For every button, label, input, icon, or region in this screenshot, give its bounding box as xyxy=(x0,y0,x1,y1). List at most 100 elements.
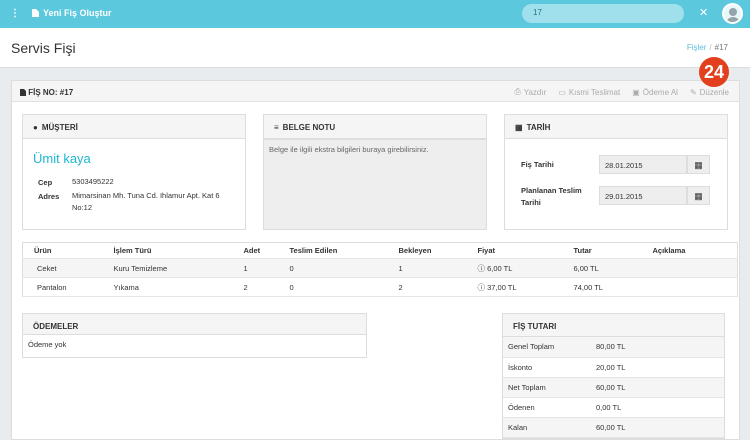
print-label: Yazdır xyxy=(523,87,547,97)
page-title: Servis Fişi xyxy=(11,40,76,56)
info-icon[interactable]: ⓘ xyxy=(478,283,486,292)
cell-tutar: 6,00 TL xyxy=(573,263,599,273)
cell-urun: Ceket xyxy=(37,263,57,273)
planned-date-input[interactable]: 29.01.2015 xyxy=(599,186,687,205)
price-value: 37,00 TL xyxy=(487,282,517,292)
totals-row: Ödenen 0,00 TL xyxy=(503,397,724,418)
cell-teslim: 0 xyxy=(289,263,294,273)
totals-label: Genel Toplam xyxy=(503,337,591,358)
step-badge: 24 xyxy=(699,57,729,87)
note-textarea[interactable]: Belge ile ilgili ekstra bilgileri buraya… xyxy=(264,139,486,229)
totals-value: 60,00 TL xyxy=(591,417,724,438)
ellipsis-vertical-icon[interactable]: ⋮ xyxy=(10,8,20,19)
money-icon: ▣ xyxy=(632,87,640,97)
partial-delivery-button[interactable]: ▭ Kısmi Teslimat xyxy=(558,87,620,97)
cell-teslim: 0 xyxy=(289,282,294,292)
new-receipt-link[interactable]: Yeni Fiş Oluştur xyxy=(32,8,112,18)
cell-tutar: 74,00 TL xyxy=(573,282,603,292)
breadcrumb-receipts-link[interactable]: Fişler xyxy=(687,43,707,52)
receipt-date-label: Fiş Tarihi xyxy=(521,160,554,169)
receipt-number-heading: FİŞ NO: #17 xyxy=(20,88,73,97)
calendar-icon: ▦ xyxy=(515,123,523,132)
info-icon[interactable]: ⓘ xyxy=(478,264,486,273)
table-row[interactable]: Ceket Kuru Temizleme 1 0 1 ⓘ 6,00 TL 6,0… xyxy=(22,258,738,278)
customer-name[interactable]: Ümit kaya xyxy=(33,151,91,166)
cell-fiyat: ⓘ 37,00 TL xyxy=(478,278,574,297)
cell-adet: 2 xyxy=(243,282,248,292)
note-panel-header: ≡ BELGE NOTU xyxy=(264,115,486,139)
totals-panel: FİŞ TUTARI Genel Toplam 80,00 TL İskonto 2… xyxy=(502,313,725,439)
address-label: Adres xyxy=(38,192,60,201)
totals-label: Ödenen xyxy=(503,397,591,418)
wrench-icon[interactable]: ✕ xyxy=(699,6,708,19)
breadcrumb-current: #17 xyxy=(714,43,728,52)
totals-value: 80,00 TL xyxy=(591,337,724,358)
file-icon xyxy=(20,89,26,96)
price-value: 6,00 TL xyxy=(487,263,513,273)
archive-icon: ▭ xyxy=(558,87,566,97)
totals-value: 20,00 TL xyxy=(591,357,724,378)
list-icon: ≡ xyxy=(274,123,279,132)
customer-panel-header: ● MÜŞTERİ xyxy=(23,115,245,139)
cell-aciklama xyxy=(653,259,738,278)
totals-label: İskonto xyxy=(503,357,591,378)
totals-label: Net Toplam xyxy=(503,377,591,398)
receipt-number: FİŞ NO: #17 xyxy=(28,88,74,97)
totals-table: Genel Toplam 80,00 TL İskonto 20,00 TL Net… xyxy=(503,337,724,438)
user-icon: ● xyxy=(33,123,38,132)
totals-value: 0,00 TL xyxy=(591,397,724,418)
take-payment-label: Ödeme Al xyxy=(642,87,678,97)
edit-label: Düzenle xyxy=(699,87,729,97)
receipt-card: FİŞ NO: #17 ⎙ Yazdır ▭ Kısmi Teslimat ▣ Öde… xyxy=(11,80,740,440)
col-tutar: Tutar xyxy=(573,246,592,255)
cell-fiyat: ⓘ 6,00 TL xyxy=(478,259,574,278)
page-header: Servis Fişi Fişler / #17 xyxy=(0,28,750,68)
payments-header: ÖDEMELER xyxy=(23,314,366,335)
calendar-icon[interactable]: ▦ xyxy=(687,155,710,174)
items-header-row: Ürün İşlem Türü Adet Teslim Edilen Bekle… xyxy=(22,243,738,259)
breadcrumb: Fişler / #17 xyxy=(687,43,728,52)
totals-row: Kalan 60,00 TL xyxy=(503,417,724,438)
totals-row: İskonto 20,00 TL xyxy=(503,357,724,378)
col-islem: İşlem Türü xyxy=(113,246,152,255)
col-aciklama: Açıklama xyxy=(652,246,686,255)
table-row[interactable]: Pantalon Yıkama 2 0 2 ⓘ 37,00 TL 74,00 T… xyxy=(22,278,738,297)
customer-panel: ● MÜŞTERİ Ümit kaya Cep 5303495222 Adres… xyxy=(22,114,246,230)
cell-bekleyen: 2 xyxy=(398,282,403,292)
note-header: BELGE NOTU xyxy=(282,123,336,132)
planned-date-label: Planlanan Teslim Tarihi xyxy=(521,186,582,207)
payments-empty: Ödeme yok xyxy=(28,340,67,349)
cell-adet: 1 xyxy=(243,263,248,273)
date-panel: ▦ TARİH Fiş Tarihi 28.01.2015 ▦ Planlana… xyxy=(504,114,728,230)
partial-delivery-label: Kısmi Teslimat xyxy=(568,87,621,97)
cell-aciklama xyxy=(653,278,738,297)
col-teslim: Teslim Edilen xyxy=(289,246,338,255)
phone-value: 5303495222 xyxy=(72,177,114,186)
totals-value: 60,00 TL xyxy=(591,377,724,398)
col-urun: Ürün xyxy=(34,246,52,255)
calendar-icon[interactable]: ▦ xyxy=(687,186,710,205)
search-input[interactable]: 17 xyxy=(522,4,684,23)
cell-islem: Yıkama xyxy=(113,282,139,292)
avatar[interactable] xyxy=(722,3,743,24)
take-payment-button[interactable]: ▣ Ödeme Al xyxy=(632,87,678,97)
note-panel: ≡ BELGE NOTU Belge ile ilgili ekstra bil… xyxy=(263,114,487,230)
col-fiyat: Fiyat xyxy=(477,246,496,255)
edit-icon: ✎ xyxy=(689,87,697,97)
receipt-date-input[interactable]: 28.01.2015 xyxy=(599,155,687,174)
edit-button[interactable]: ✎ Düzenle xyxy=(690,87,729,97)
cell-urun: Pantalon xyxy=(37,282,67,292)
breadcrumb-separator: / xyxy=(709,43,712,52)
cell-bekleyen: 1 xyxy=(398,263,403,273)
print-button[interactable]: ⎙ Yazdır xyxy=(514,87,546,97)
receipt-card-header: FİŞ NO: #17 ⎙ Yazdır ▭ Kısmi Teslimat ▣ Öde… xyxy=(12,81,739,102)
date-panel-header: ▦ TARİH xyxy=(505,115,727,139)
print-icon: ⎙ xyxy=(514,87,521,96)
date-header: TARİH xyxy=(526,123,551,132)
top-bar: ⋮ Yeni Fiş Oluştur 17 ✕ xyxy=(0,0,750,28)
totals-row: Net Toplam 60,00 TL xyxy=(503,377,724,398)
phone-label: Cep xyxy=(38,178,53,187)
col-bekleyen: Bekleyen xyxy=(398,246,432,255)
totals-row: Genel Toplam 80,00 TL xyxy=(503,337,724,358)
totals-label: Kalan xyxy=(503,417,591,438)
